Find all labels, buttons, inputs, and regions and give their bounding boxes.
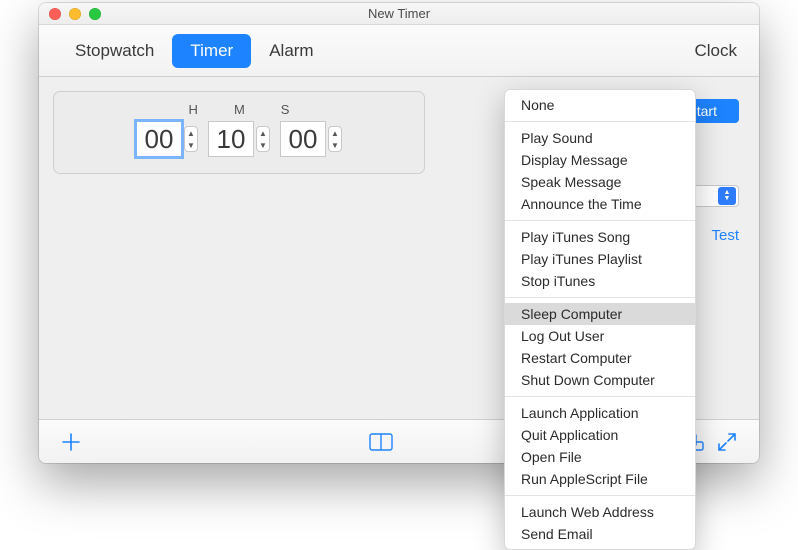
chevron-updown-icon: ▲▼	[718, 187, 736, 205]
menu-item[interactable]: Send Email	[505, 523, 695, 545]
test-link[interactable]: Test	[711, 227, 739, 244]
menu-item[interactable]: Stop iTunes	[505, 270, 695, 292]
left-pane: H M S 00 ▲▼ 10 ▲▼ 00 ▲▼	[39, 77, 439, 419]
hours-label: H	[189, 102, 198, 117]
seconds-label: S	[281, 102, 290, 117]
hms-inputs: 00 ▲▼ 10 ▲▼ 00 ▲▼	[66, 121, 412, 157]
action-menu[interactable]: None Play SoundDisplay MessageSpeak Messa…	[504, 89, 696, 550]
menu-item[interactable]: Launch Application	[505, 402, 695, 424]
app-window: New Timer Stopwatch Timer Alarm Clock H …	[39, 3, 759, 463]
seconds-stepper[interactable]: ▲▼	[328, 126, 342, 152]
hours-field[interactable]: 00	[136, 121, 182, 157]
clock-button[interactable]: Clock	[690, 34, 741, 68]
menu-item[interactable]: Log Out User	[505, 325, 695, 347]
menu-item[interactable]: Launch Web Address	[505, 501, 695, 523]
menu-item[interactable]: Play iTunes Playlist	[505, 248, 695, 270]
toolbar: Stopwatch Timer Alarm Clock	[39, 25, 759, 77]
seconds-field[interactable]: 00	[280, 121, 326, 157]
menu-item[interactable]: Announce the Time	[505, 193, 695, 215]
menu-item[interactable]: None	[505, 94, 695, 116]
menu-item[interactable]: Speak Message	[505, 171, 695, 193]
tab-alarm[interactable]: Alarm	[251, 34, 331, 68]
menu-item[interactable]: Play Sound	[505, 127, 695, 149]
menu-item[interactable]: Quit Application	[505, 424, 695, 446]
minutes-label: M	[234, 102, 245, 117]
expand-icon[interactable]	[709, 427, 745, 457]
menu-item[interactable]: Display Message	[505, 149, 695, 171]
menu-item[interactable]: Shut Down Computer	[505, 369, 695, 391]
titlebar: New Timer	[39, 3, 759, 25]
menu-item[interactable]: Play iTunes Song	[505, 226, 695, 248]
tab-timer[interactable]: Timer	[172, 34, 251, 68]
hours-stepper[interactable]: ▲▼	[184, 126, 198, 152]
menu-item[interactable]: Run AppleScript File	[505, 468, 695, 490]
menu-item[interactable]: Open File	[505, 446, 695, 468]
hms-labels: H M S	[66, 102, 412, 117]
minutes-stepper[interactable]: ▲▼	[256, 126, 270, 152]
timer-card: H M S 00 ▲▼ 10 ▲▼ 00 ▲▼	[53, 91, 425, 174]
mode-segmented: Stopwatch Timer Alarm	[57, 34, 332, 68]
add-button[interactable]	[53, 427, 89, 457]
minutes-field[interactable]: 10	[208, 121, 254, 157]
window-title: New Timer	[39, 6, 759, 21]
menu-item[interactable]: Sleep Computer	[505, 303, 695, 325]
menu-item[interactable]: Restart Computer	[505, 347, 695, 369]
columns-icon[interactable]	[363, 427, 399, 457]
tab-stopwatch[interactable]: Stopwatch	[57, 34, 172, 68]
